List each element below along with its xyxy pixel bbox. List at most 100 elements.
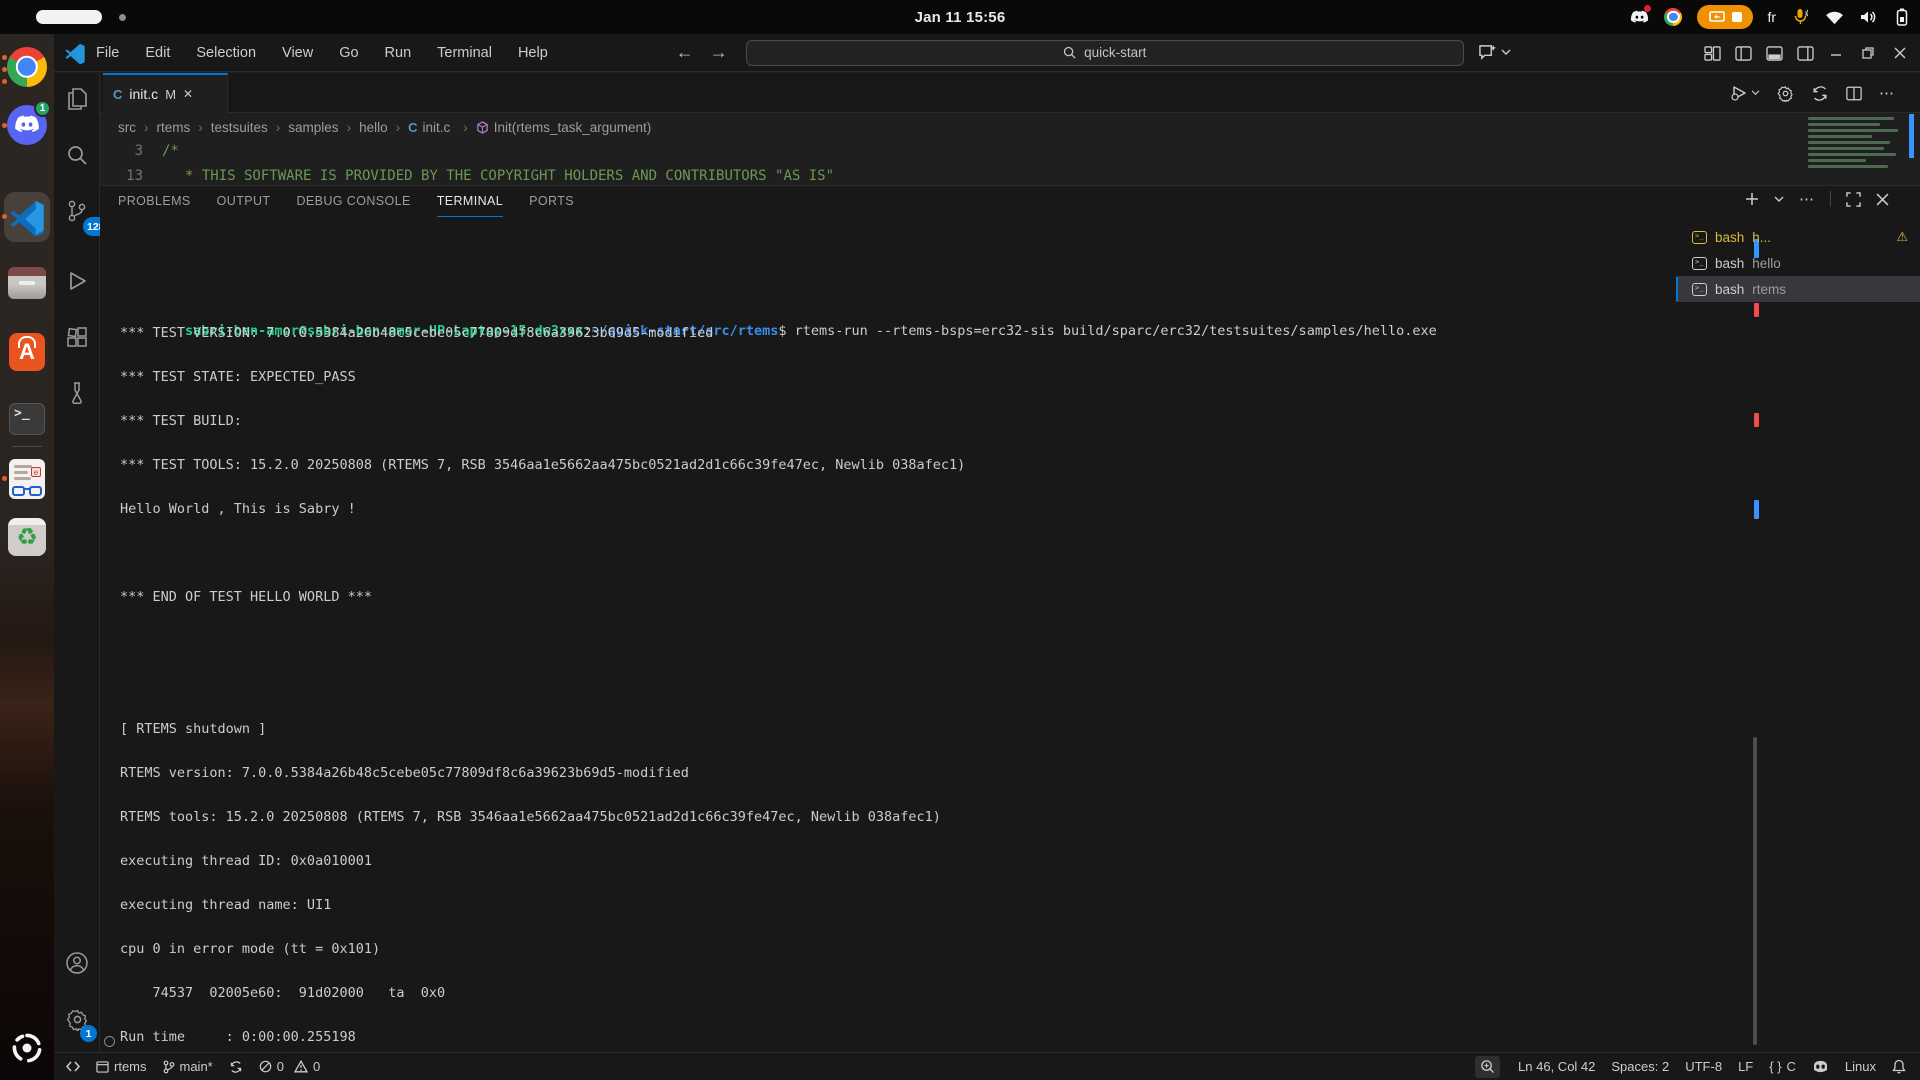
encoding[interactable]: UTF-8: [1677, 1053, 1730, 1080]
copilot-status-icon[interactable]: [1804, 1053, 1837, 1080]
maximize-panel-icon[interactable]: [1846, 191, 1861, 207]
breadcrumb-item[interactable]: testsuites: [211, 120, 289, 135]
panel-actions: ⋯: [1745, 190, 1889, 208]
tab-close-icon[interactable]: ✕: [183, 87, 193, 101]
dock-discord[interactable]: 1: [7, 100, 51, 145]
panel-tab[interactable]: OUTPUT: [217, 194, 271, 217]
command-center-search[interactable]: quick-start: [745, 39, 1464, 66]
show-applications-button[interactable]: [7, 1028, 47, 1068]
command-decoration-circle[interactable]: [104, 1036, 115, 1047]
tab-init-c[interactable]: C init.c M ✕: [103, 73, 228, 113]
screen-share-indicator[interactable]: [1697, 5, 1754, 29]
terminal-tab-bash-hello[interactable]: >_ bash hello: [1676, 250, 1920, 276]
toggle-secondary-sidebar-icon[interactable]: [1797, 45, 1814, 61]
menu-item[interactable]: Help: [518, 45, 548, 61]
run-file-button[interactable]: [1730, 85, 1760, 101]
views-more-actions-icon[interactable]: ⋯: [1799, 190, 1815, 208]
breadcrumb-item[interactable]: hello: [359, 120, 408, 135]
dock-chrome[interactable]: [7, 47, 47, 87]
screencast-icon: [1709, 11, 1725, 22]
sync-indicator[interactable]: [221, 1053, 251, 1080]
terminal-tab-bash-rtems[interactable]: >_ bash rtems: [1676, 276, 1920, 302]
menu-item[interactable]: Edit: [145, 45, 170, 61]
discord-tray-icon[interactable]: [1629, 5, 1652, 27]
notifications-bell-icon[interactable]: [1884, 1053, 1914, 1080]
nav-forward-button[interactable]: →: [710, 42, 728, 63]
settings-badge: 1: [80, 1025, 97, 1042]
wifi-icon[interactable]: [1824, 7, 1844, 27]
microphone-icon[interactable]: [1790, 7, 1810, 27]
keyboard-layout-indicator[interactable]: fr: [1767, 9, 1776, 25]
new-terminal-icon[interactable]: [1745, 192, 1759, 206]
dock-vscode[interactable]: [7, 197, 47, 237]
language-mode[interactable]: { } C: [1761, 1053, 1804, 1080]
menu-item[interactable]: Terminal: [437, 45, 492, 61]
terminal-output[interactable]: sabri-ben-amor@sabri-ben-amor-HP-Laptop-…: [100, 224, 1755, 1053]
battery-icon[interactable]: [1892, 7, 1912, 27]
chrome-tray-icon[interactable]: [1663, 7, 1683, 27]
indentation[interactable]: Spaces: 2: [1603, 1053, 1677, 1080]
explorer-icon[interactable]: [65, 87, 89, 111]
menu-item[interactable]: File: [96, 45, 119, 61]
dock-trash[interactable]: ♻: [7, 517, 47, 557]
launch-profile-chevron-icon[interactable]: [1774, 196, 1784, 203]
code-line: /*: [162, 143, 179, 159]
remote-indicator[interactable]: [58, 1053, 88, 1080]
menu-item[interactable]: Selection: [196, 45, 256, 61]
breadcrumb-item[interactable]: samples: [288, 120, 359, 135]
terminal-line: executing thread ID: 0x0a010001: [120, 853, 372, 869]
panel-tab[interactable]: PROBLEMS: [118, 194, 191, 217]
ruler-mark-red: [1754, 413, 1759, 427]
breadcrumb-item[interactable]: rtems: [157, 120, 211, 135]
editor-code-area[interactable]: 3 /* 13 * THIS SOFTWARE IS PROVIDED BY T…: [100, 140, 1800, 185]
problems-indicator[interactable]: 0 0: [251, 1053, 328, 1080]
terminal-scrollbar[interactable]: [1753, 737, 1757, 1045]
menu-item[interactable]: Run: [385, 45, 412, 61]
minimize-button[interactable]: [1830, 47, 1842, 59]
dock-terminal[interactable]: >_: [7, 399, 47, 439]
breadcrumb-symbol[interactable]: Init(rtems_task_argument): [476, 120, 651, 135]
more-actions-icon[interactable]: ⋯: [1879, 84, 1895, 102]
vscode-logo: [10, 201, 44, 236]
breadcrumb-file[interactable]: C init.c: [408, 120, 476, 135]
menu-item[interactable]: Go: [339, 45, 358, 61]
panel-tab[interactable]: PORTS: [529, 194, 574, 217]
testing-icon[interactable]: [65, 381, 89, 405]
panel-tab[interactable]: TERMINAL: [436, 194, 504, 217]
dock-document-viewer[interactable]: e: [7, 459, 47, 499]
toggle-panel-icon[interactable]: [1766, 45, 1783, 61]
panel-tab[interactable]: DEBUG CONSOLE: [296, 194, 410, 217]
dock-files[interactable]: [7, 263, 47, 303]
settings-action-icon[interactable]: [1777, 85, 1794, 102]
cursor-position[interactable]: Ln 46, Col 42: [1510, 1053, 1603, 1080]
eol-sequence[interactable]: LF: [1730, 1053, 1761, 1080]
stop-recording-button[interactable]: [1731, 12, 1742, 22]
split-editor-icon[interactable]: [1846, 86, 1862, 101]
dock-ubuntu-software[interactable]: A: [7, 332, 47, 372]
git-branch-indicator[interactable]: main*: [155, 1053, 221, 1080]
search-sidebar-icon[interactable]: [65, 143, 89, 167]
workspace-indicator[interactable]: rtems: [88, 1053, 155, 1080]
breadcrumb-item[interactable]: src: [118, 120, 157, 135]
close-button[interactable]: [1894, 47, 1906, 59]
accounts-icon[interactable]: [65, 951, 89, 975]
minimap[interactable]: [1806, 114, 1906, 184]
volume-icon[interactable]: [1858, 7, 1878, 27]
toggle-primary-sidebar-icon[interactable]: [1735, 45, 1752, 61]
terminal-tab-bash-h[interactable]: >_ bash h... ⚠: [1676, 224, 1920, 250]
sync-changes-icon[interactable]: [1811, 85, 1829, 102]
remote-os-indicator[interactable]: Linux: [1837, 1053, 1884, 1080]
menu-item[interactable]: View: [282, 45, 313, 61]
run-debug-icon[interactable]: [65, 269, 89, 293]
restore-button[interactable]: [1862, 47, 1874, 59]
nav-back-button[interactable]: ←: [676, 42, 694, 63]
terminal-line: [ RTEMS shutdown ]: [120, 721, 267, 737]
close-panel-icon[interactable]: [1876, 193, 1889, 206]
extensions-icon[interactable]: [65, 325, 89, 349]
panel-tab-bar: PROBLEMS OUTPUT DEBUG CONSOLE TERMINAL PORTS: [118, 194, 574, 217]
code-line: * THIS SOFTWARE IS PROVIDED BY THE COPYR…: [185, 168, 835, 184]
copilot-chat-button[interactable]: [1478, 44, 1511, 61]
terminal-output-lines: *** TEST VERSION: 7.0.0.5384a26b48c5cebe…: [120, 311, 965, 1053]
zoom-status-icon[interactable]: [1475, 1055, 1501, 1078]
customize-layout-icon[interactable]: [1704, 45, 1721, 61]
